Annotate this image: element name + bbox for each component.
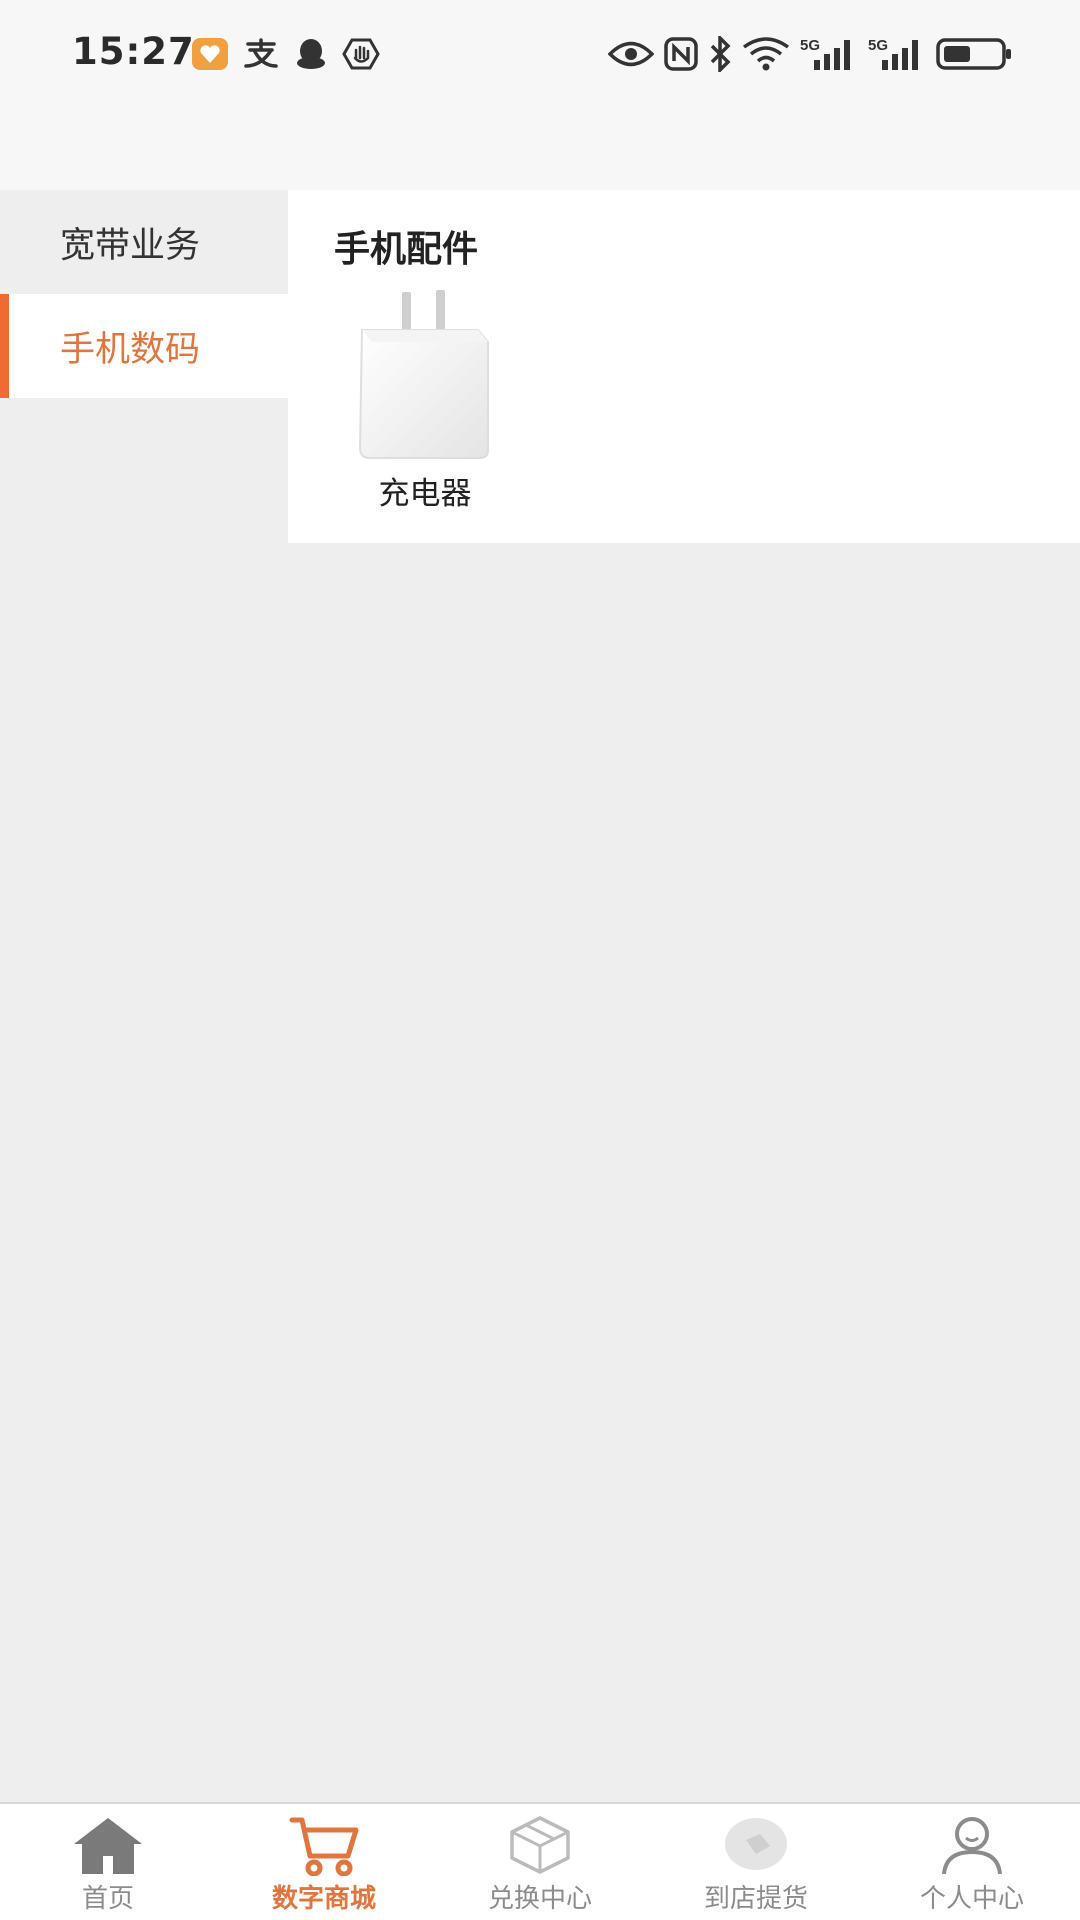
app-screen: 15:27 5G 5G 宽带业务 手机数码 手机配件 充电器 首页 数字商城 兑… <box>0 0 1080 1920</box>
tab-digital-mall[interactable]: 数字商城 <box>216 1804 432 1920</box>
exchange-box-icon <box>510 1816 570 1874</box>
bottom-tab-bar: 首页 数字商城 兑换中心 到店提货 个人中心 <box>0 1802 1080 1920</box>
tab-home[interactable]: 首页 <box>0 1804 216 1920</box>
user-icon <box>942 1817 1002 1875</box>
status-bar: 15:27 5G 5G <box>0 0 1080 104</box>
sidebar-item-label: 宽带业务 <box>60 225 201 266</box>
tab-label: 数字商城 <box>271 1884 376 1914</box>
qq-penguin-icon <box>294 34 328 74</box>
battery-icon <box>936 34 1012 74</box>
tab-label: 个人中心 <box>919 1884 1024 1914</box>
wifi-icon <box>742 34 790 74</box>
sidebar-item-broadband[interactable]: 宽带业务 <box>0 190 288 294</box>
tab-store-pickup[interactable]: 到店提货 <box>648 1804 864 1920</box>
status-time: 15:27 <box>72 30 195 73</box>
gesture-hand-icon <box>342 34 380 74</box>
product-name: 充电器 <box>378 476 472 512</box>
svg-text:5G: 5G <box>800 37 820 54</box>
nfc-icon <box>664 34 698 74</box>
tab-label: 到店提货 <box>703 1884 808 1914</box>
sidebar-item-mobile-digital[interactable]: 手机数码 <box>0 294 288 398</box>
eye-icon <box>608 34 654 74</box>
tab-label: 首页 <box>81 1884 134 1914</box>
category-content-panel: 手机配件 充电器 <box>288 190 1080 543</box>
tab-personal-center[interactable]: 个人中心 <box>864 1804 1080 1920</box>
section-title: 手机配件 <box>334 229 479 270</box>
system-status-icons: 5G 5G <box>608 34 1012 74</box>
pickup-icon <box>725 1818 787 1870</box>
top-header-area: 15:27 5G 5G <box>0 0 1080 190</box>
bluetooth-icon <box>708 34 732 74</box>
signal-5g-icon: 5G <box>800 34 858 74</box>
tab-exchange-center[interactable]: 兑换中心 <box>432 1804 648 1920</box>
charger-image <box>358 290 489 459</box>
alipay-icon <box>242 34 280 74</box>
cart-icon <box>289 1817 359 1876</box>
health-app-icon <box>192 34 228 74</box>
svg-text:5G: 5G <box>868 37 888 54</box>
notification-icons <box>192 34 380 74</box>
home-icon <box>74 1818 142 1874</box>
signal-5g-secondary-icon: 5G <box>868 34 926 74</box>
sidebar-item-label: 手机数码 <box>60 329 201 370</box>
category-sidebar: 宽带业务 手机数码 <box>0 190 288 398</box>
product-item[interactable]: 充电器 <box>340 290 510 513</box>
tab-label: 兑换中心 <box>487 1884 592 1914</box>
